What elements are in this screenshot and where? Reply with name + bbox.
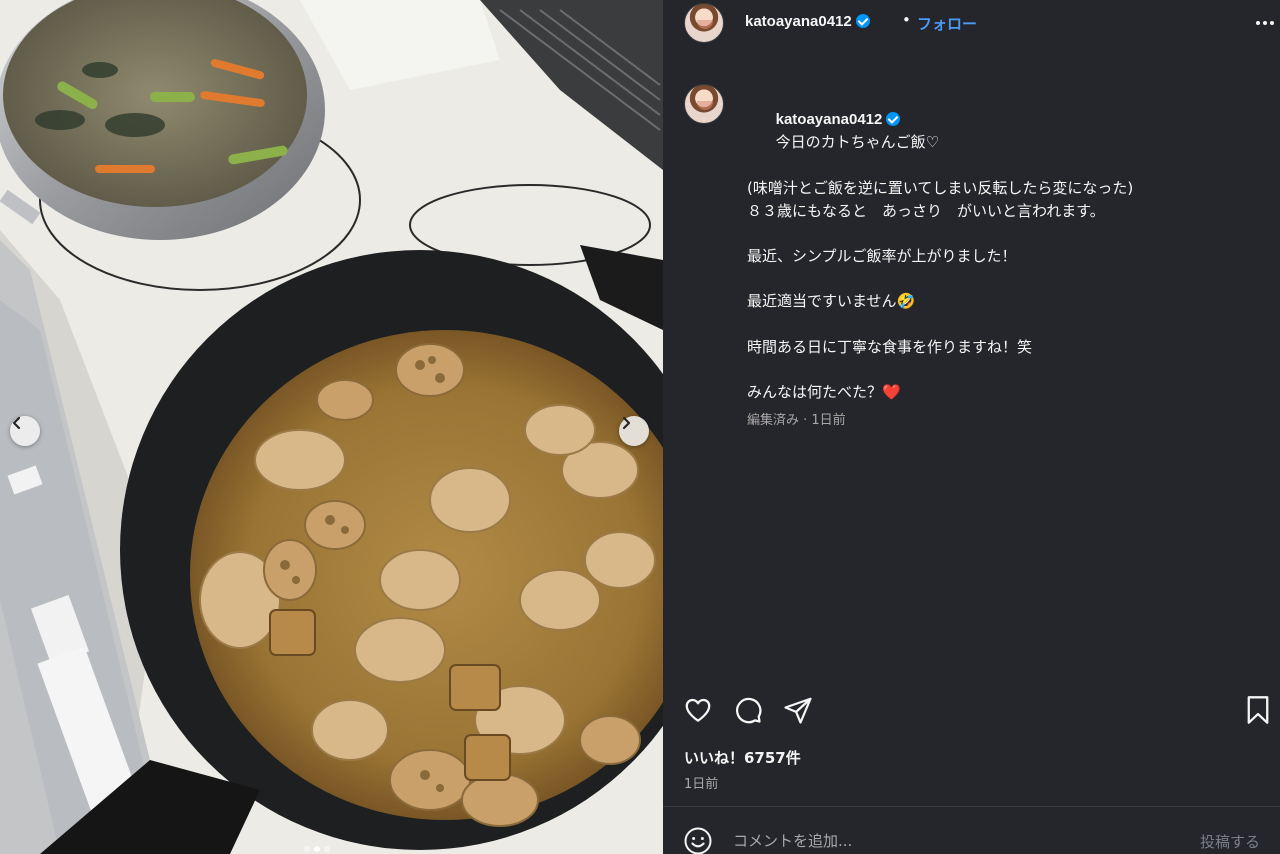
caption-meta: 編集済み · 1日前	[747, 412, 846, 428]
caption-text-line: 今日のカトちゃんご飯♡	[775, 133, 940, 152]
bookmark-icon	[1247, 696, 1269, 724]
carousel-dot	[314, 846, 320, 852]
divider	[663, 806, 1280, 807]
food-photo-illustration	[0, 0, 663, 854]
caption-text-line: 最近、シンプルご飯率が上がりました！	[747, 246, 1017, 265]
header-username-row[interactable]: katoayana0412	[745, 13, 870, 30]
like-button[interactable]	[683, 695, 713, 729]
post-comment-button[interactable]: 投稿する	[1200, 831, 1260, 852]
emoji-button[interactable]	[683, 826, 713, 854]
carousel-next-button[interactable]	[619, 416, 649, 446]
comment-input[interactable]	[733, 829, 1183, 853]
follow-button[interactable]: フォロー	[917, 13, 977, 34]
caption-text-line: 時間ある日に丁寧な食事を作りますね！笑	[747, 337, 1033, 356]
carousel-prev-button[interactable]	[10, 416, 40, 446]
header-username[interactable]: katoayana0412	[745, 13, 852, 30]
caption-avatar[interactable]	[684, 84, 724, 124]
caption-text-line: 最近適当ですいません🤣	[747, 292, 916, 311]
speech-bubble-icon	[736, 697, 762, 724]
post-photo[interactable]	[0, 0, 663, 854]
caption-text-line: (味噌汁とご飯を逆に置いてしまい反転したら変になった)	[747, 178, 1134, 197]
verified-badge-icon	[886, 111, 901, 126]
caption: katoayana0412 今日のカトちゃんご飯♡ (味噌汁とご飯を逆に置いてし…	[747, 85, 1247, 432]
smiley-icon	[684, 827, 712, 854]
heart-icon	[685, 698, 711, 722]
carousel-dots	[304, 846, 330, 852]
verified-badge-icon	[855, 14, 870, 28]
paper-plane-icon	[784, 697, 812, 724]
action-bar	[683, 695, 1269, 729]
carousel-dot	[324, 846, 330, 852]
carousel-dot	[304, 846, 310, 852]
caption-text-line: ８３歳にもなると あっさり がいいと言われます。	[747, 201, 1105, 220]
header-avatar[interactable]	[684, 3, 724, 43]
save-button[interactable]	[1245, 695, 1271, 729]
post-detail-panel: katoayana0412 • フォロー katoayana0412 今日のカト…	[663, 0, 1280, 854]
caption-text-line: みんなは何たべた？❤️	[747, 383, 901, 402]
comment-button[interactable]	[733, 695, 763, 729]
share-button[interactable]	[783, 695, 813, 729]
chevron-left-icon	[12, 416, 21, 430]
post-timestamp[interactable]: 1日前	[684, 773, 718, 792]
chevron-right-icon	[622, 416, 631, 430]
ellipsis-icon	[1256, 21, 1274, 25]
caption-username[interactable]: katoayana0412	[776, 111, 883, 128]
more-options-button[interactable]	[1254, 12, 1276, 38]
header-separator: •	[902, 11, 911, 29]
like-count[interactable]: いいね！6757件	[684, 747, 801, 768]
